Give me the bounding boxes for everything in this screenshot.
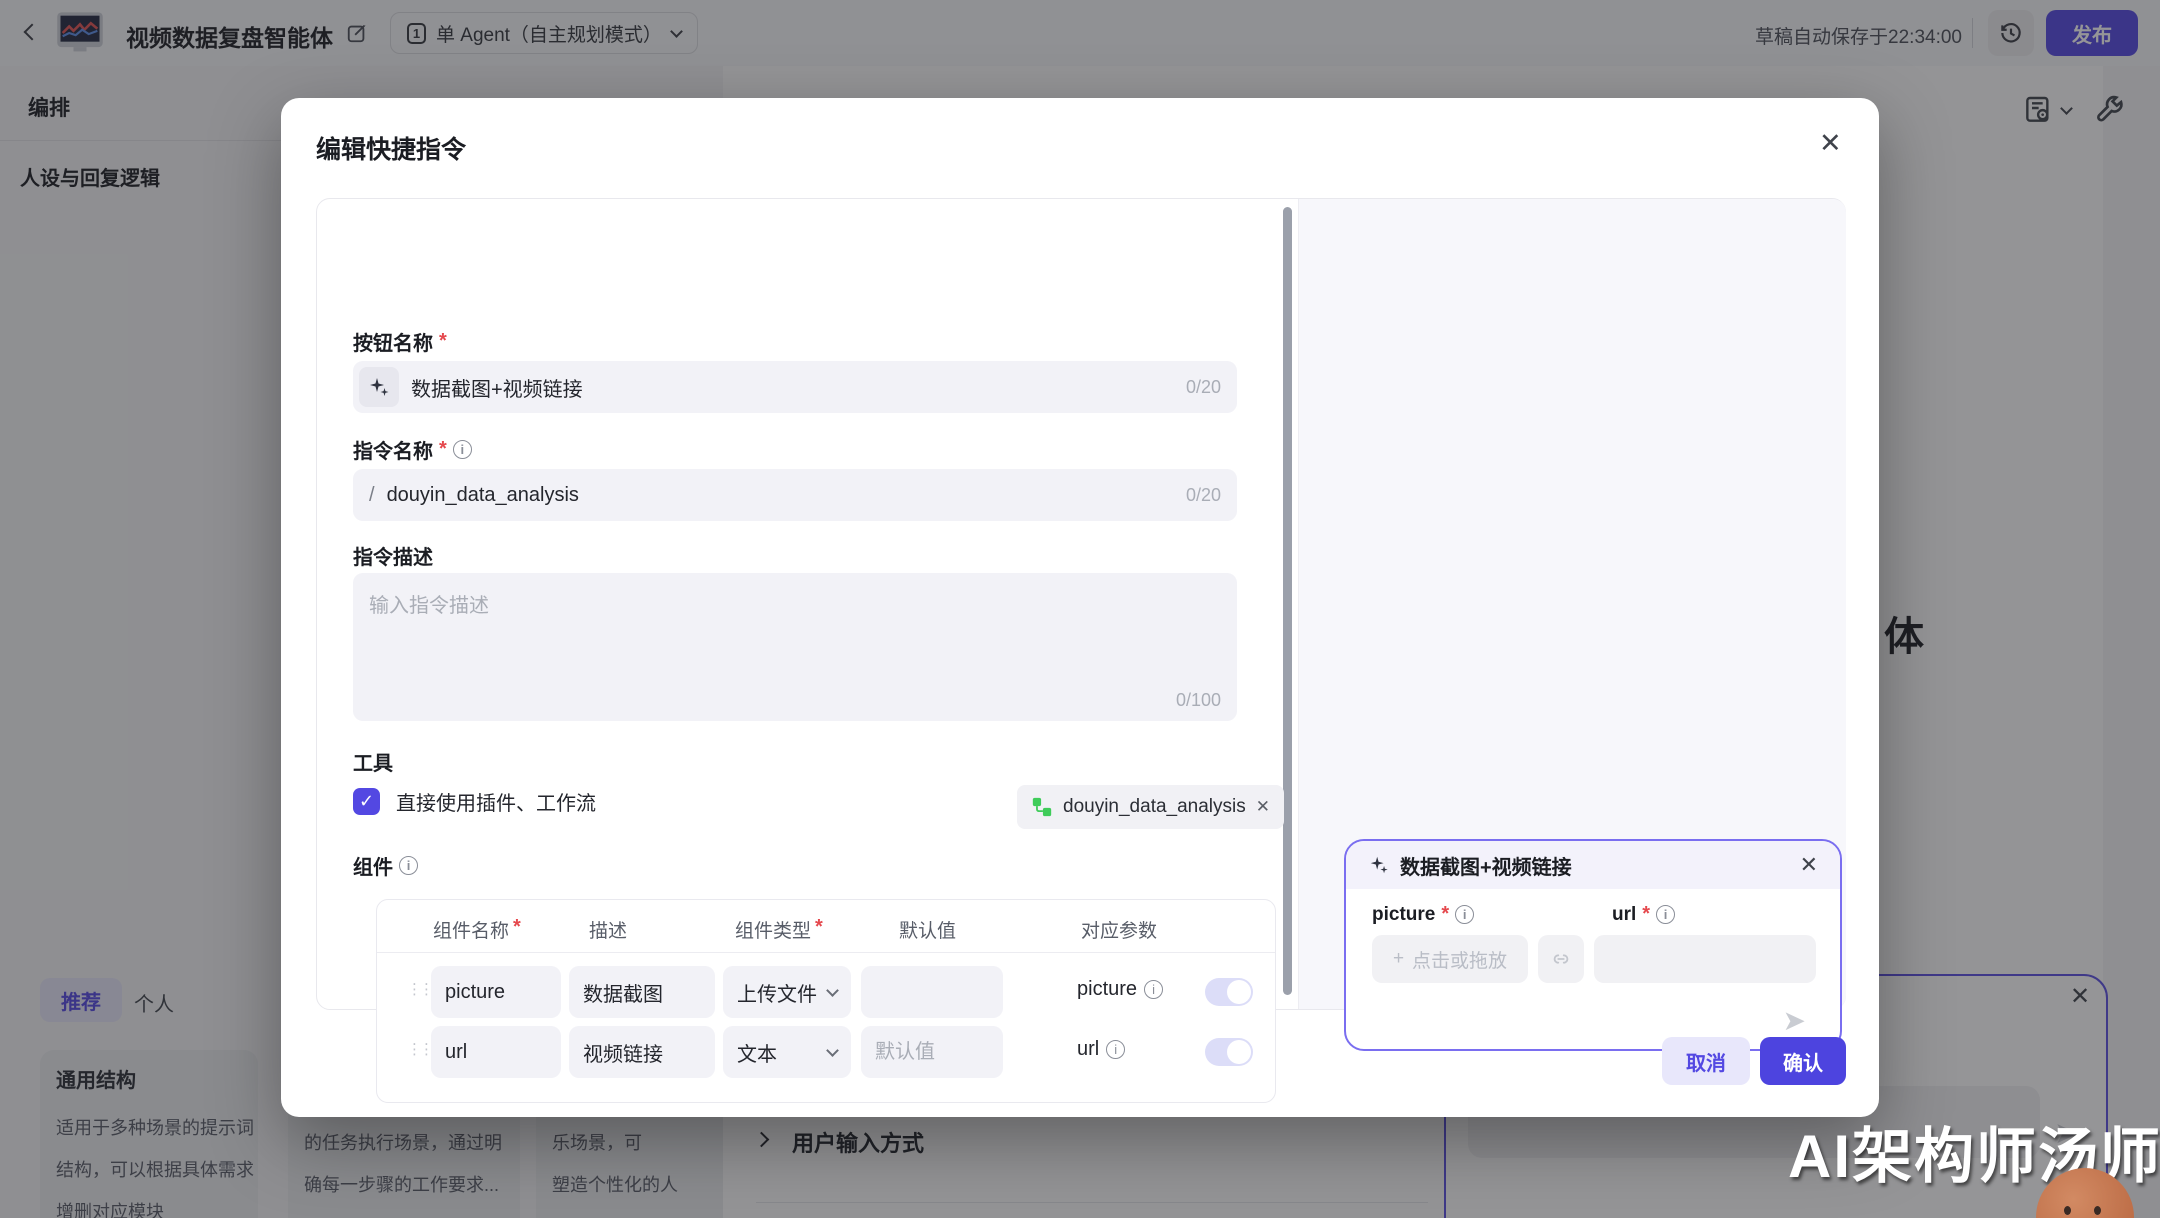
command-name-input[interactable] (387, 484, 1174, 507)
modal-title: 编辑快捷指令 (316, 130, 466, 166)
link-button[interactable] (1538, 935, 1584, 983)
upload-dropzone[interactable]: + 点击或拖放 (1372, 935, 1528, 983)
cancel-button[interactable]: 取消 (1662, 1037, 1750, 1085)
preview-send-icon[interactable]: ➤ (1783, 1004, 1806, 1037)
table-row: ⋮⋮ 上传文件 picturei (377, 966, 1277, 1018)
workflow-tag[interactable]: douyin_data_analysis ✕ (1017, 785, 1284, 829)
row2-type-select[interactable]: 文本 (723, 1026, 851, 1078)
modal-close-icon[interactable]: ✕ (1819, 128, 1842, 159)
button-name-field[interactable]: 0/20 (353, 361, 1237, 413)
col-header-param: 对应参数 (1081, 916, 1157, 943)
info-icon[interactable]: i (1106, 1040, 1125, 1059)
use-plugin-label: 直接使用插件、工作流 (396, 787, 596, 816)
components-table: 组件名称* 描述 组件类型* 默认值 对应参数 ⋮⋮ 上传文件 picturei (376, 899, 1276, 1103)
row2-desc-input[interactable] (569, 1026, 715, 1078)
remove-tag-icon[interactable]: ✕ (1256, 797, 1270, 817)
preview-url-label: url* i (1612, 903, 1675, 926)
command-desc-textarea[interactable] (353, 573, 1237, 681)
required-star: * (439, 438, 447, 461)
workflow-icon (1031, 796, 1053, 818)
info-icon[interactable]: i (1455, 905, 1474, 924)
modal-content-box: 按钮名称* 0/20 指令名称* i / 0/20 指令描述 (316, 198, 1846, 1010)
components-label: 组件 i (353, 851, 418, 880)
checkbox-checked-icon[interactable]: ✓ (353, 788, 380, 815)
shortcut-preview-card: 数据截图+视频链接 ✕ picture* i url* i + 点击或拖放 (1344, 839, 1842, 1051)
command-desc-field[interactable]: 0/100 (353, 573, 1237, 721)
row1-toggle[interactable] (1205, 978, 1253, 1006)
info-icon[interactable]: i (399, 856, 418, 875)
sparkle-icon (1368, 854, 1390, 876)
info-icon[interactable]: i (1144, 980, 1163, 999)
form-scrollbar[interactable] (1283, 207, 1292, 995)
char-counter: 0/20 (1186, 485, 1221, 506)
confirm-button[interactable]: 确认 (1760, 1037, 1846, 1085)
drag-handle-icon[interactable]: ⋮⋮ (407, 980, 431, 998)
preview-close-icon[interactable]: ✕ (1800, 852, 1818, 878)
command-name-field[interactable]: / 0/20 (353, 469, 1237, 521)
row1-type-select[interactable]: 上传文件 (723, 966, 851, 1018)
use-plugin-option[interactable]: ✓ 直接使用插件、工作流 (353, 787, 596, 816)
preview-card-header: 数据截图+视频链接 ✕ (1346, 841, 1840, 889)
plus-icon: + (1393, 948, 1404, 970)
info-icon[interactable]: i (1656, 905, 1675, 924)
sparkle-icon (359, 367, 399, 407)
col-header-name: 组件名称* (433, 916, 521, 943)
row2-name-input[interactable] (431, 1026, 561, 1078)
button-name-input[interactable] (411, 376, 1174, 399)
button-name-label: 按钮名称* (353, 327, 447, 356)
preview-url-input[interactable] (1594, 935, 1816, 983)
row1-desc-input[interactable] (569, 966, 715, 1018)
col-header-default: 默认值 (899, 916, 956, 943)
row2-toggle[interactable] (1205, 1038, 1253, 1066)
tools-label: 工具 (353, 747, 393, 776)
row2-param: urli (1077, 1038, 1125, 1061)
info-icon[interactable]: i (453, 440, 472, 459)
preview-title: 数据截图+视频链接 (1400, 851, 1790, 880)
char-counter: 0/100 (1176, 690, 1221, 711)
screen: 视频数据复盘智能体 1 单 Agent（自主规划模式） 草稿自动保存于22:34… (0, 0, 2160, 1218)
required-star: * (439, 330, 447, 353)
table-row: ⋮⋮ 文本 urli (377, 1026, 1277, 1078)
slash-prefix: / (369, 484, 375, 507)
row1-param: picturei (1077, 978, 1163, 1001)
row1-default-input[interactable] (861, 966, 1003, 1018)
table-header-divider (377, 952, 1275, 953)
workflow-tag-label: douyin_data_analysis (1063, 796, 1246, 818)
row1-name-input[interactable] (431, 966, 561, 1018)
col-header-desc: 描述 (589, 916, 627, 943)
col-header-type: 组件类型* (735, 916, 823, 943)
row2-default-input[interactable] (861, 1026, 1003, 1078)
edit-shortcut-modal: 编辑快捷指令 ✕ 按钮名称* 0/20 指令名称* i / (281, 98, 1879, 1117)
preview-picture-label: picture* i (1372, 903, 1474, 926)
char-counter: 0/20 (1186, 377, 1221, 398)
drag-handle-icon[interactable]: ⋮⋮ (407, 1040, 431, 1058)
command-name-label: 指令名称* i (353, 435, 472, 464)
command-desc-label: 指令描述 (353, 541, 433, 570)
link-icon (1550, 948, 1572, 970)
